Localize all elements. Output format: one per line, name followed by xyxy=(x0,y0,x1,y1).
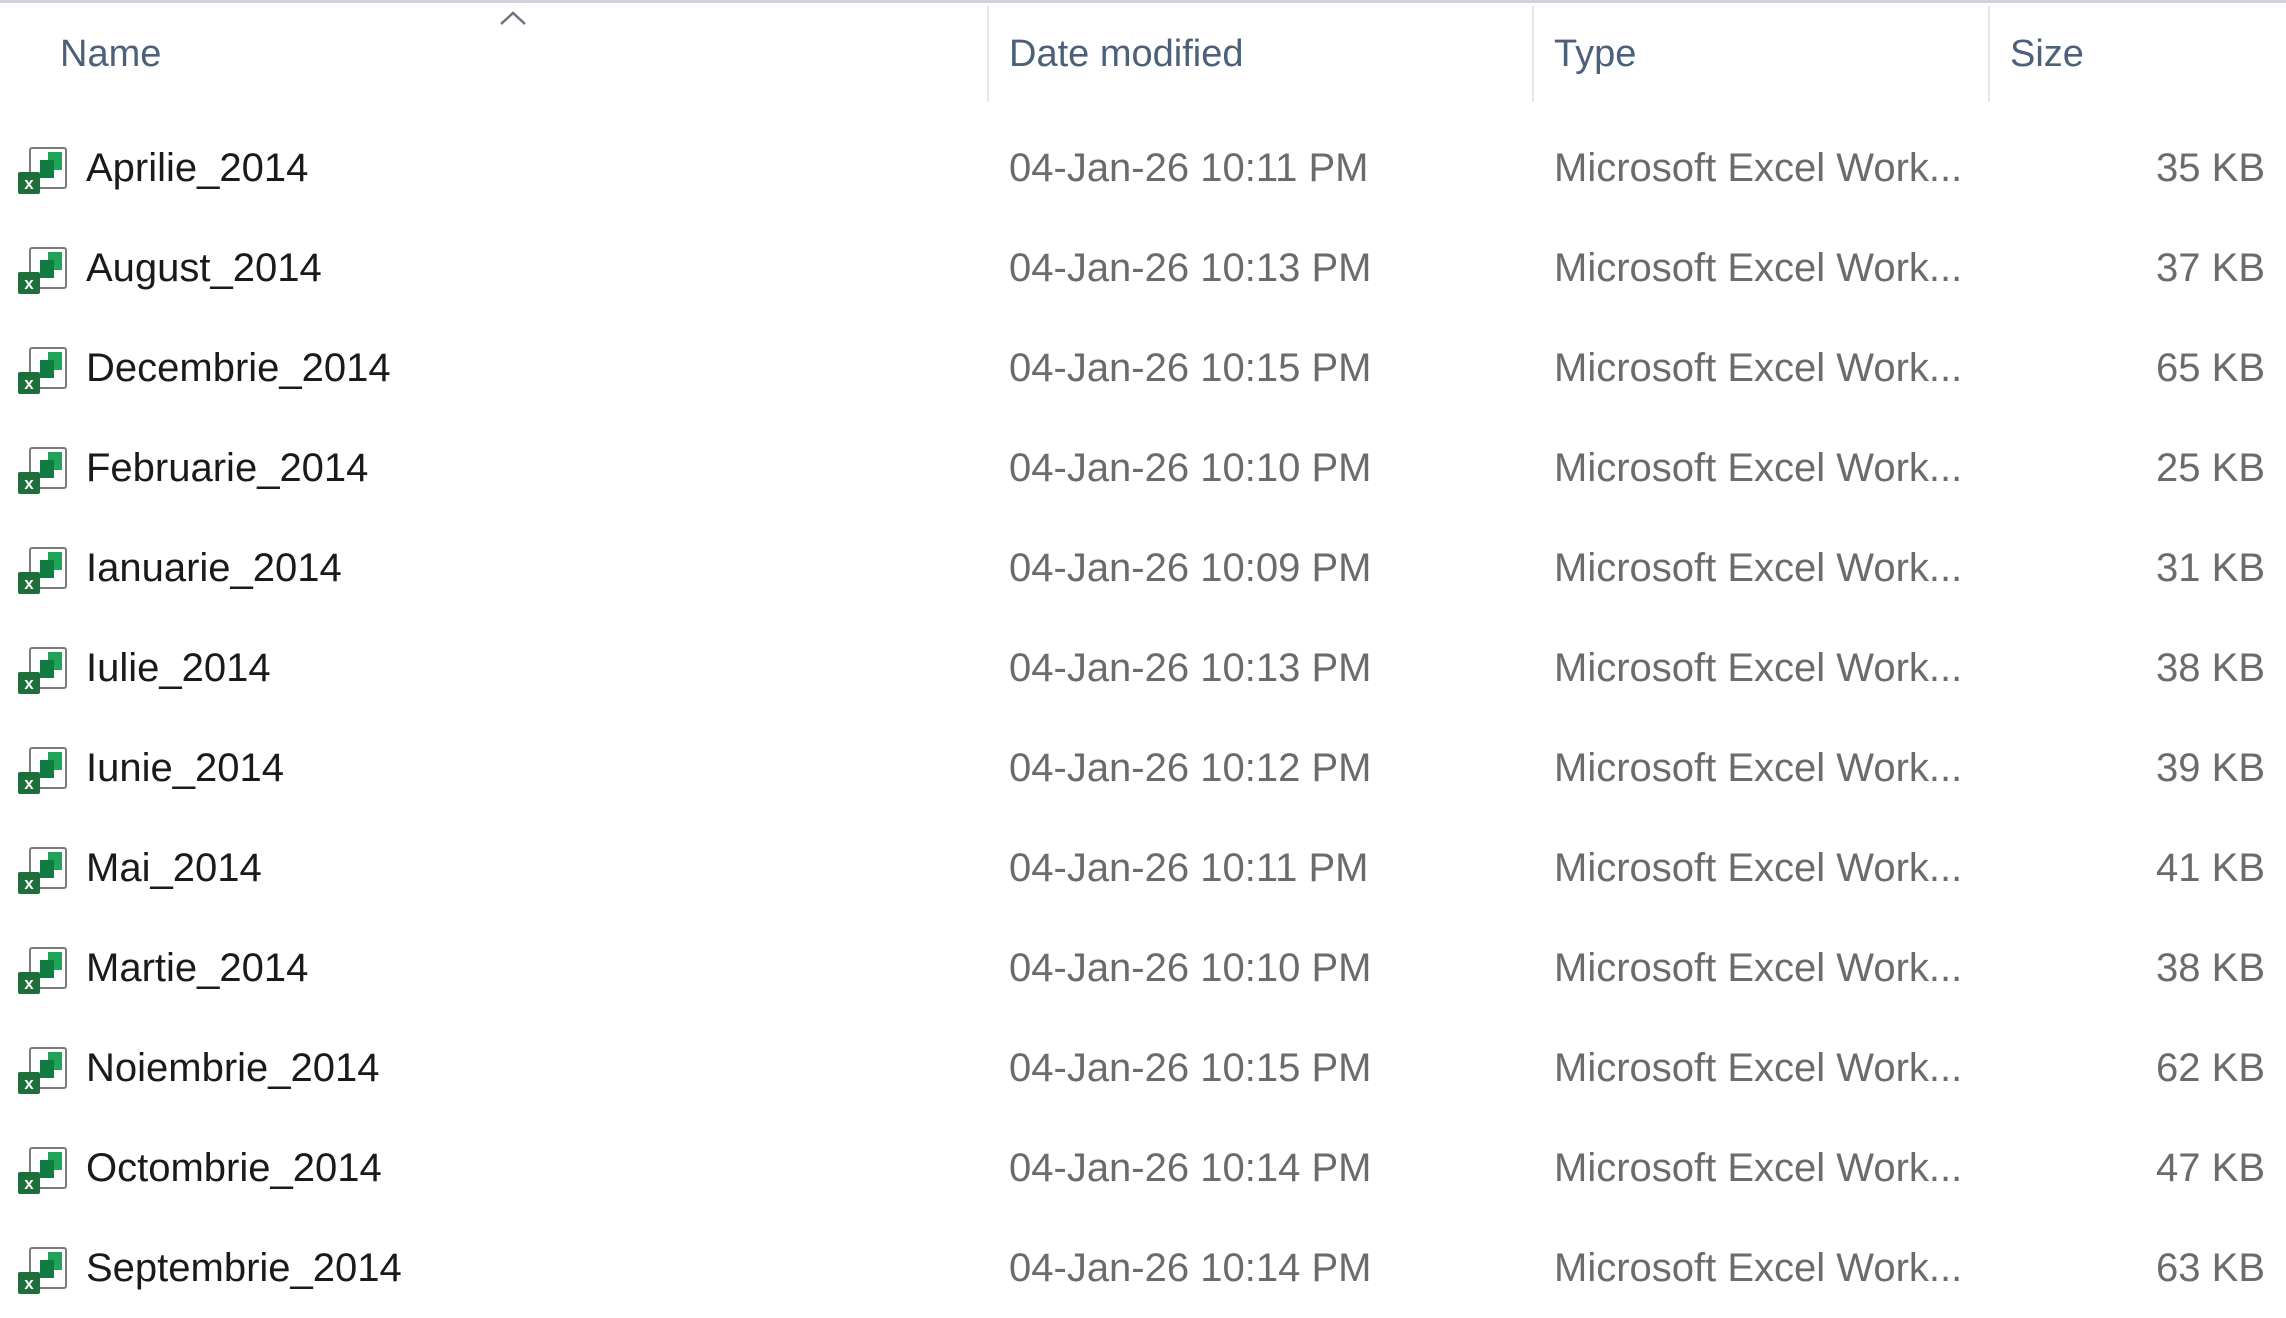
file-type: Microsoft Excel Work... xyxy=(1554,345,1963,390)
file-date-modified: 04-Jan-26 10:12 PM xyxy=(1009,745,1372,790)
file-size: 31 KB xyxy=(2156,545,2265,590)
file-row[interactable]: x Iulie_2014 04-Jan-26 10:13 PM Microsof… xyxy=(0,618,2286,718)
file-date-modified: 04-Jan-26 10:14 PM xyxy=(1009,1245,1372,1290)
svg-text:x: x xyxy=(24,474,34,493)
file-size: 38 KB xyxy=(2156,645,2265,690)
svg-text:x: x xyxy=(24,274,34,293)
svg-text:x: x xyxy=(24,374,34,393)
file-row[interactable]: x Decembrie_2014 04-Jan-26 10:15 PM Micr… xyxy=(0,318,2286,418)
file-type: Microsoft Excel Work... xyxy=(1554,1145,1963,1190)
svg-text:x: x xyxy=(24,574,34,593)
file-row[interactable]: x Ianuarie_2014 04-Jan-26 10:09 PM Micro… xyxy=(0,518,2286,618)
column-header-name[interactable]: Name xyxy=(60,3,960,106)
file-size: 38 KB xyxy=(2156,945,2265,990)
file-date-modified: 04-Jan-26 10:10 PM xyxy=(1009,445,1372,490)
file-row[interactable]: x Octombrie_2014 04-Jan-26 10:14 PM Micr… xyxy=(0,1118,2286,1218)
svg-text:x: x xyxy=(24,1074,34,1093)
svg-text:x: x xyxy=(24,774,34,793)
svg-text:x: x xyxy=(24,174,34,193)
file-row[interactable]: x Martie_2014 04-Jan-26 10:10 PM Microso… xyxy=(0,918,2286,1018)
file-name: Aprilie_2014 xyxy=(86,145,309,190)
column-divider[interactable] xyxy=(1988,6,1990,102)
column-divider[interactable] xyxy=(1532,6,1534,102)
file-type: Microsoft Excel Work... xyxy=(1554,845,1963,890)
file-date-modified: 04-Jan-26 10:11 PM xyxy=(1009,145,1369,190)
file-row[interactable]: x Septembrie_2014 04-Jan-26 10:14 PM Mic… xyxy=(0,1218,2286,1318)
file-name: Septembrie_2014 xyxy=(86,1245,402,1290)
file-type: Microsoft Excel Work... xyxy=(1554,1245,1963,1290)
file-row[interactable]: x Februarie_2014 04-Jan-26 10:10 PM Micr… xyxy=(0,418,2286,518)
column-header-type[interactable]: Type xyxy=(1554,3,1984,106)
file-date-modified: 04-Jan-26 10:13 PM xyxy=(1009,245,1372,290)
column-header-date-modified[interactable]: Date modified xyxy=(1009,3,1529,106)
file-row[interactable]: x Iunie_2014 04-Jan-26 10:12 PM Microsof… xyxy=(0,718,2286,818)
file-type: Microsoft Excel Work... xyxy=(1554,145,1963,190)
excel-file-icon: x xyxy=(18,847,67,894)
file-size: 25 KB xyxy=(2156,445,2265,490)
file-size: 62 KB xyxy=(2156,1045,2265,1090)
file-name: August_2014 xyxy=(86,245,322,290)
svg-text:x: x xyxy=(24,674,34,693)
file-date-modified: 04-Jan-26 10:15 PM xyxy=(1009,345,1372,390)
excel-file-icon: x xyxy=(18,647,67,694)
file-type: Microsoft Excel Work... xyxy=(1554,445,1963,490)
excel-file-icon: x xyxy=(18,947,67,994)
excel-file-icon: x xyxy=(18,247,67,294)
file-type: Microsoft Excel Work... xyxy=(1554,745,1963,790)
excel-file-icon: x xyxy=(18,147,67,194)
excel-file-icon: x xyxy=(18,747,67,794)
column-header-bar: Name Date modified Type Size xyxy=(0,3,2286,106)
excel-file-icon: x xyxy=(18,447,67,494)
file-name: Iulie_2014 xyxy=(86,645,271,690)
file-date-modified: 04-Jan-26 10:15 PM xyxy=(1009,1045,1372,1090)
file-date-modified: 04-Jan-26 10:09 PM xyxy=(1009,545,1372,590)
file-type: Microsoft Excel Work... xyxy=(1554,545,1963,590)
file-name: Decembrie_2014 xyxy=(86,345,391,390)
file-name: Martie_2014 xyxy=(86,945,309,990)
file-date-modified: 04-Jan-26 10:13 PM xyxy=(1009,645,1372,690)
svg-text:x: x xyxy=(24,874,34,893)
file-size: 47 KB xyxy=(2156,1145,2265,1190)
excel-file-icon: x xyxy=(18,347,67,394)
file-row[interactable]: x Mai_2014 04-Jan-26 10:11 PM Microsoft … xyxy=(0,818,2286,918)
svg-text:x: x xyxy=(24,974,34,993)
file-type: Microsoft Excel Work... xyxy=(1554,645,1963,690)
excel-file-icon: x xyxy=(18,1247,67,1294)
file-date-modified: 04-Jan-26 10:11 PM xyxy=(1009,845,1369,890)
file-name: Noiembrie_2014 xyxy=(86,1045,380,1090)
excel-file-icon: x xyxy=(18,1147,67,1194)
file-size: 41 KB xyxy=(2156,845,2265,890)
file-size: 37 KB xyxy=(2156,245,2265,290)
file-type: Microsoft Excel Work... xyxy=(1554,1045,1963,1090)
file-date-modified: 04-Jan-26 10:10 PM xyxy=(1009,945,1372,990)
file-size: 39 KB xyxy=(2156,745,2265,790)
file-date-modified: 04-Jan-26 10:14 PM xyxy=(1009,1145,1372,1190)
file-row[interactable]: x Noiembrie_2014 04-Jan-26 10:15 PM Micr… xyxy=(0,1018,2286,1118)
file-name: Octombrie_2014 xyxy=(86,1145,382,1190)
excel-file-icon: x xyxy=(18,547,67,594)
svg-text:x: x xyxy=(24,1274,34,1293)
file-name: Iunie_2014 xyxy=(86,745,284,790)
file-row[interactable]: x Aprilie_2014 04-Jan-26 10:11 PM Micros… xyxy=(0,118,2286,218)
file-type: Microsoft Excel Work... xyxy=(1554,245,1963,290)
file-name: Ianuarie_2014 xyxy=(86,545,342,590)
file-size: 65 KB xyxy=(2156,345,2265,390)
column-divider[interactable] xyxy=(987,6,989,102)
file-row[interactable]: x August_2014 04-Jan-26 10:13 PM Microso… xyxy=(0,218,2286,318)
excel-file-icon: x xyxy=(18,1047,67,1094)
svg-text:x: x xyxy=(24,1174,34,1193)
file-name: Mai_2014 xyxy=(86,845,262,890)
column-header-size[interactable]: Size xyxy=(2010,3,2286,106)
file-type: Microsoft Excel Work... xyxy=(1554,945,1963,990)
file-list: x Aprilie_2014 04-Jan-26 10:11 PM Micros… xyxy=(0,118,2286,1318)
file-size: 63 KB xyxy=(2156,1245,2265,1290)
file-size: 35 KB xyxy=(2156,145,2265,190)
file-name: Februarie_2014 xyxy=(86,445,369,490)
